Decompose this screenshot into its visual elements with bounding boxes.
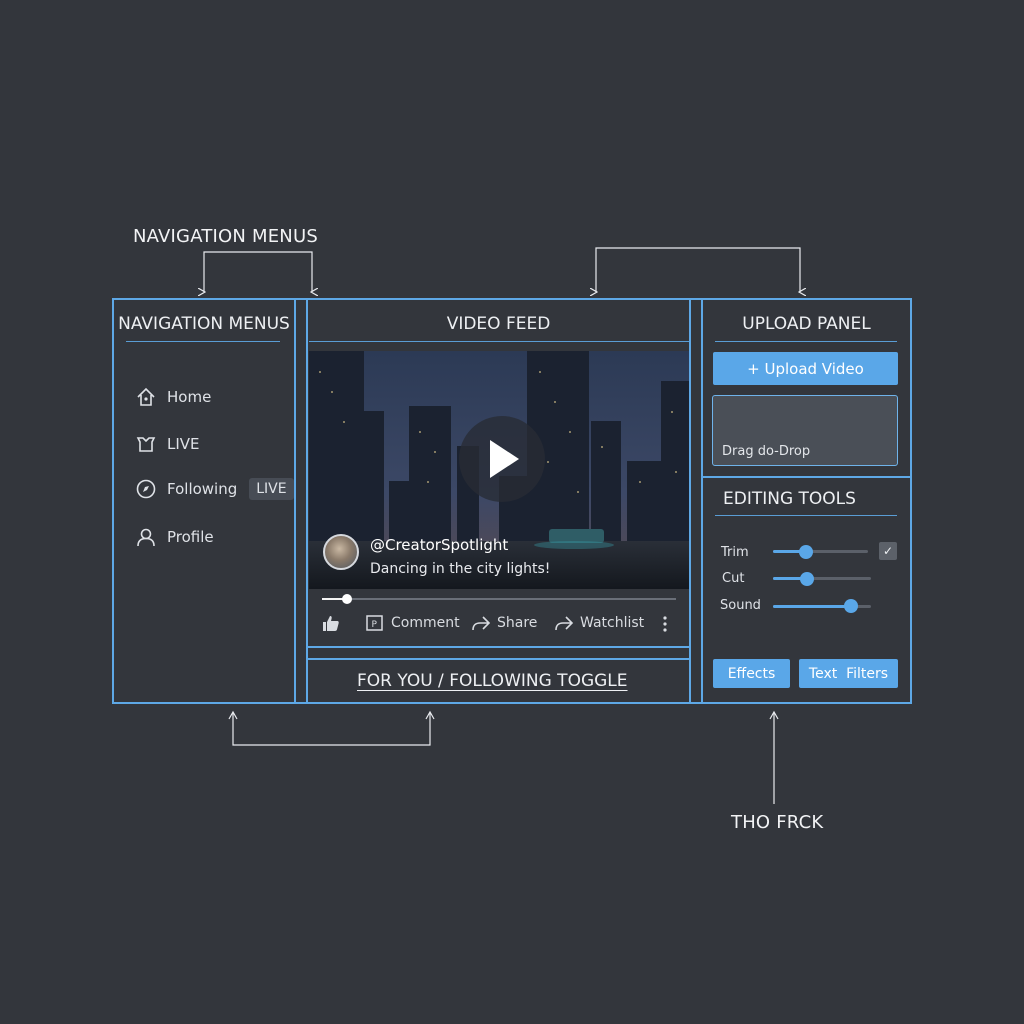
creator-avatar[interactable] [323,534,359,570]
editing-tools-title: EDITING TOOLS [723,489,856,509]
comment-button[interactable]: P Comment [365,614,460,632]
more-options-button[interactable] [661,614,669,634]
sound-label: Sound [720,598,761,613]
annotation-bottom-right: THO FRCK [731,812,824,833]
creator-handle[interactable]: @CreatorSpotlight [370,536,508,554]
comment-label: Comment [391,615,460,631]
watchlist-button[interactable]: Watchlist [554,614,644,632]
connector-feed-upload-top [596,247,800,292]
trim-slider-knob[interactable] [799,545,813,559]
divider-nav-inner [306,298,308,704]
nav-item-label: Following [167,480,238,498]
divider-feed [689,298,691,704]
upload-video-button[interactable]: + Upload Video [713,352,898,385]
connector-bottom-left [232,713,431,746]
video-caption: Dancing in the city lights! [370,561,551,577]
trim-checkbox[interactable]: ✓ [879,542,897,560]
upload-panel-title: UPLOAD PANEL [742,314,871,334]
divider-feed-inner [701,298,703,704]
annotation-navigation-menus: NAVIGATION MENUS [133,226,318,247]
thumbs-up-icon [323,616,339,631]
video-feed-title-underline [309,341,689,342]
sound-slider-knob[interactable] [844,599,858,613]
like-button[interactable] [321,614,341,632]
sound-slider-fill [773,605,851,608]
play-icon [490,440,519,478]
nav-item-live[interactable]: LIVE [135,433,200,455]
share-label: Share [497,615,538,631]
comment-icon: P [366,615,383,631]
divider-nav [294,298,296,704]
watchlist-share-icon [555,616,574,631]
editing-title-underline [715,515,897,516]
share-button[interactable]: Share [471,614,537,632]
home-icon [137,387,155,406]
divider-upload-editing [701,476,912,478]
nav-item-label: Home [167,388,212,406]
upload-title-underline [715,341,897,342]
text-filters-button[interactable]: Text Filters [799,659,898,688]
nav-item-home[interactable]: Home [135,386,211,408]
compass-icon [136,479,156,499]
nav-item-profile[interactable]: Profile [135,526,214,548]
more-vertical-icon [663,616,667,632]
play-button[interactable] [459,416,545,502]
video-feed-title: VIDEO FEED [446,314,551,334]
profile-icon [137,528,155,547]
watchlist-label: Watchlist [580,615,645,631]
cut-slider-knob[interactable] [800,572,814,586]
cut-label: Cut [722,571,745,586]
progress-bar[interactable] [322,598,676,600]
feed-toggle[interactable]: FOR YOU / FOLLOWING TOGGLE [357,671,628,691]
effects-button[interactable]: Effects [713,659,790,688]
connector-nav-top [204,251,312,292]
live-badge: LIVE [249,478,294,500]
divider-feed-bottom [306,646,691,648]
nav-item-label: Profile [167,528,214,546]
drag-drop-text: Drag do-Drop [722,444,811,459]
nav-item-following[interactable]: Following LIVE [135,478,294,500]
nav-panel-title: NAVIGATION MENUS [118,314,290,334]
share-icon [472,616,491,631]
progress-knob[interactable] [342,594,352,604]
live-icon [136,437,156,452]
divider-feed-bottom-inner [306,658,691,660]
nav-title-underline [126,341,280,342]
trim-label: Trim [721,545,749,560]
svg-text:P: P [372,620,378,630]
nav-item-label: LIVE [167,435,200,453]
check-icon: ✓ [882,544,894,558]
